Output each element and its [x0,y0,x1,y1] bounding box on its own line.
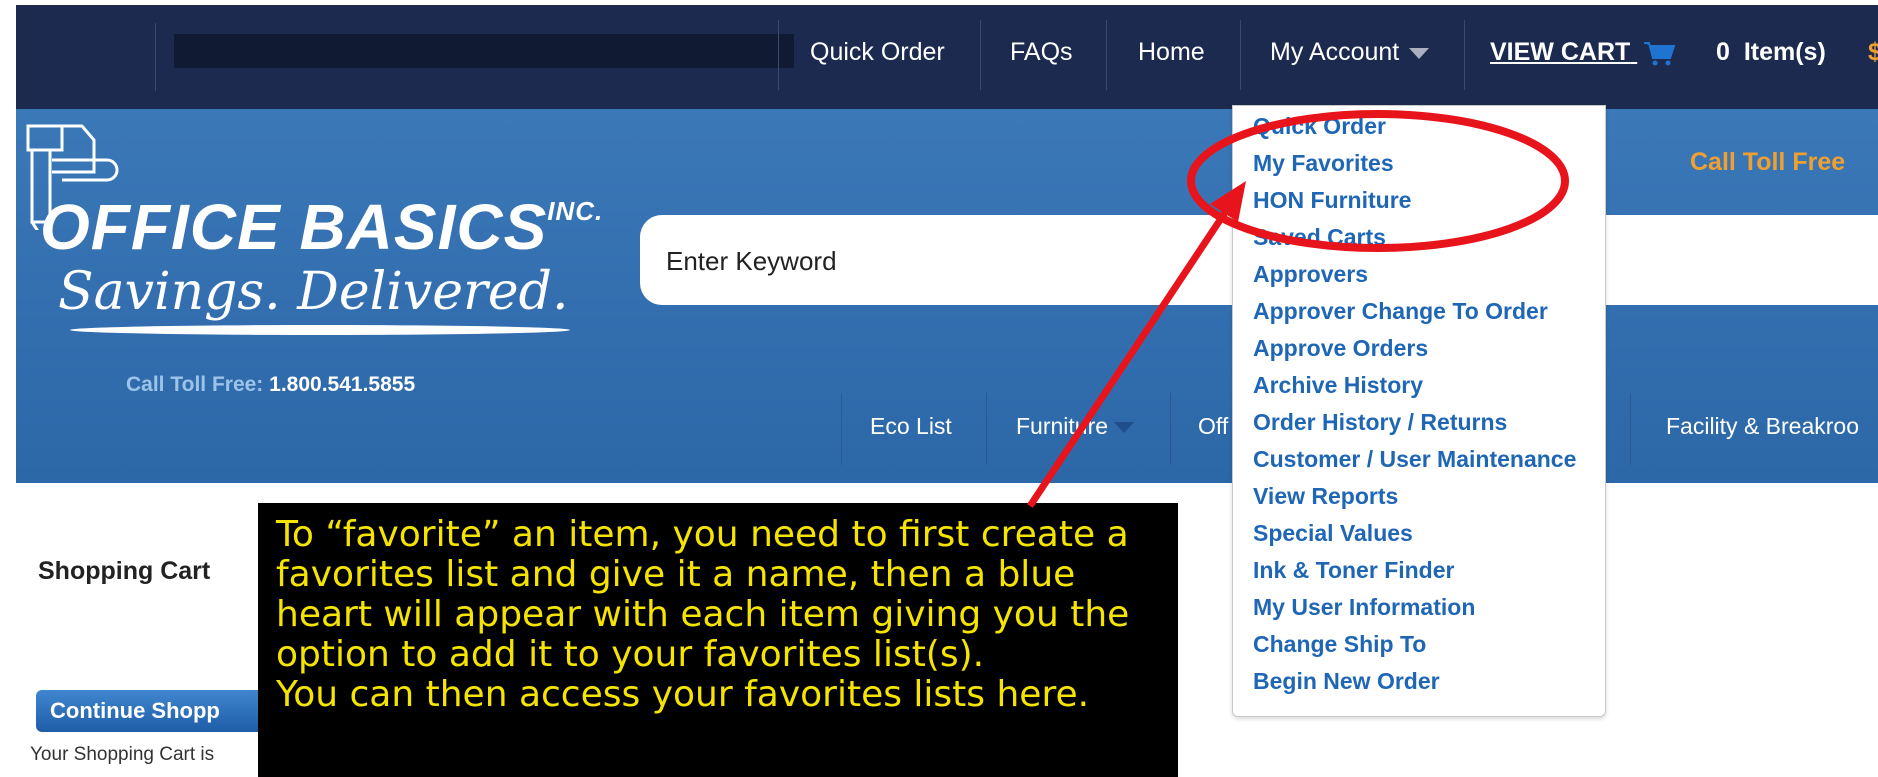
annotation-overlay [1027,110,1569,508]
highlight-ellipse [1187,110,1569,252]
annotation-arrow-shaft [1027,203,1233,508]
